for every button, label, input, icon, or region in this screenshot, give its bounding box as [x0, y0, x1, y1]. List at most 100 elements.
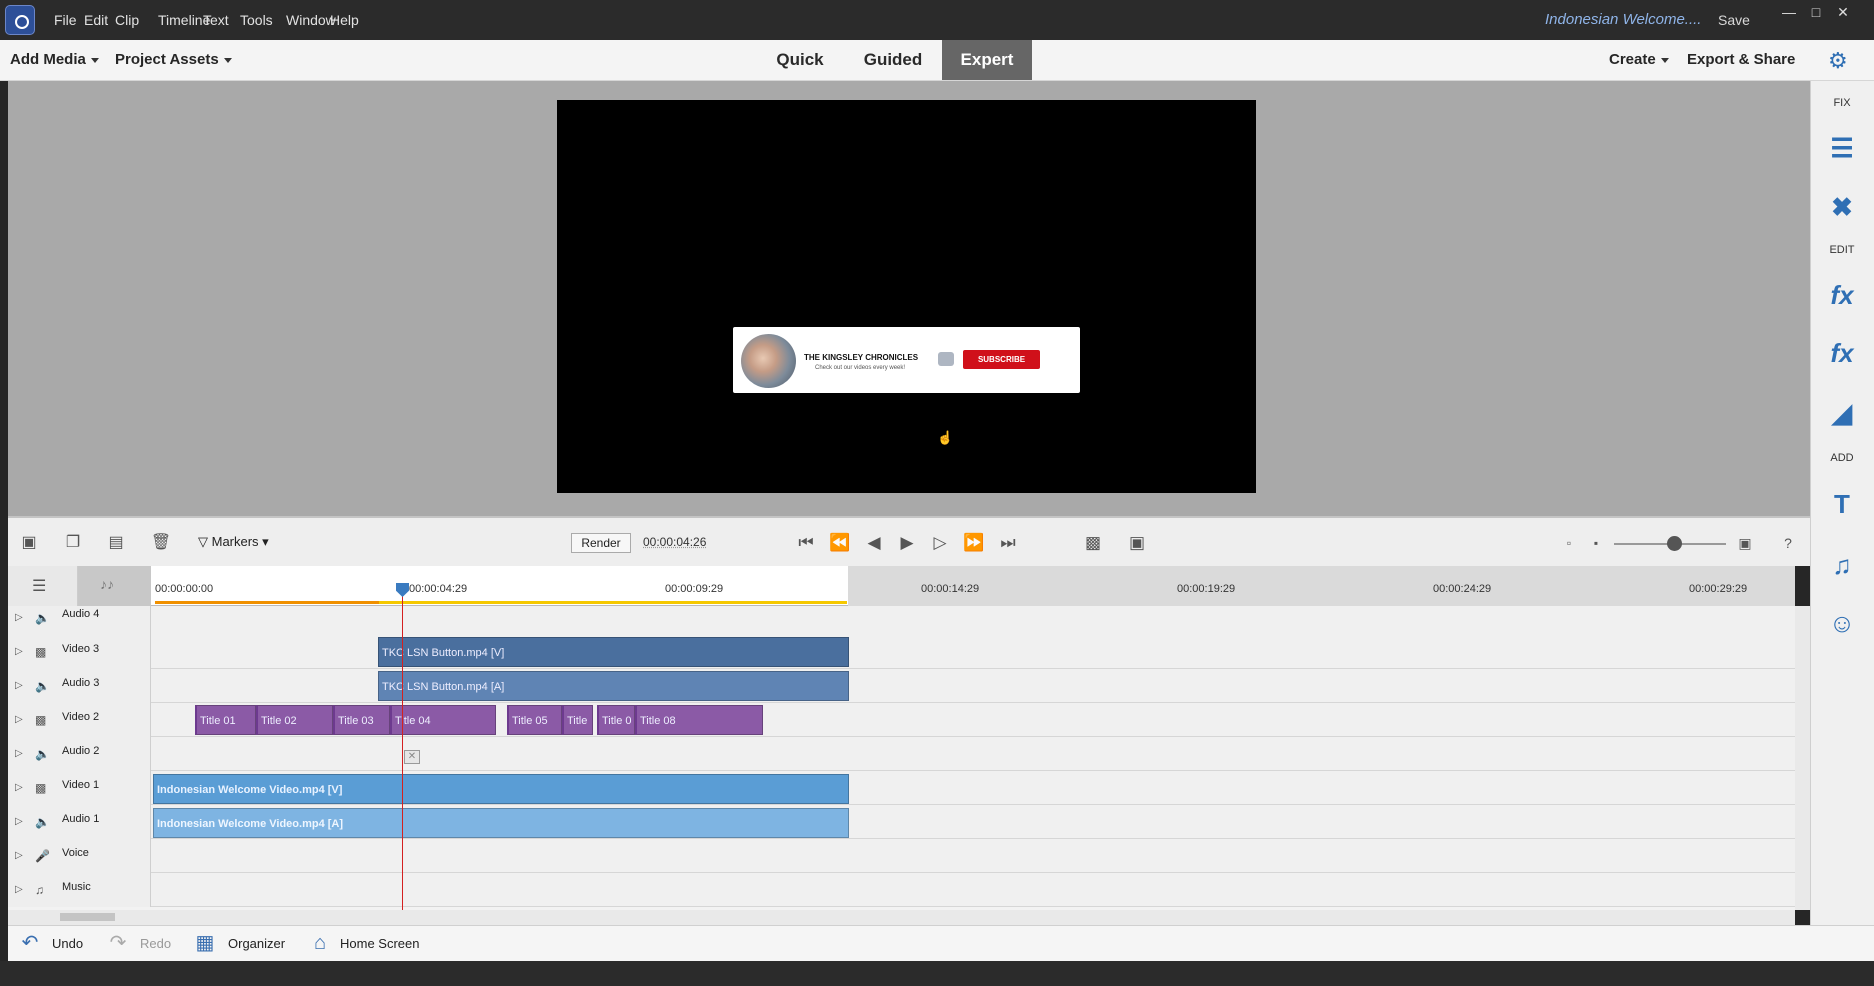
ruler-tick-label: 00:00:14:29	[921, 583, 980, 595]
expand-triangle-icon[interactable]: ▷	[15, 612, 23, 623]
bottom-bar	[8, 925, 1874, 961]
audio-placeholder-icon[interactable]: ✕	[404, 750, 420, 764]
expand-triangle-icon[interactable]: ▷	[15, 884, 23, 895]
zoom-slider-thumb[interactable]	[1667, 536, 1682, 551]
menu-window[interactable]: Window	[286, 12, 336, 28]
maximize-icon[interactable]: □	[1805, 4, 1827, 20]
vertical-scrollbar[interactable]	[1795, 606, 1810, 910]
expand-triangle-icon[interactable]: ▷	[15, 646, 23, 657]
copy-icon[interactable]: ❐	[62, 532, 84, 552]
play-icon[interactable]: ▶	[895, 531, 919, 555]
speaker-icon[interactable]: 🔈	[35, 747, 50, 761]
menu-text[interactable]: Text	[203, 12, 229, 28]
expand-triangle-icon[interactable]: ▷	[15, 850, 23, 861]
undo-icon[interactable]: ↶	[18, 931, 42, 955]
undo-button[interactable]: Undo	[52, 936, 83, 951]
render-button[interactable]: Render	[571, 533, 631, 553]
clip-title[interactable]: Title 03	[333, 705, 390, 735]
expand-triangle-icon[interactable]: ▷	[15, 748, 23, 759]
close-icon[interactable]: ✕	[1832, 4, 1854, 20]
project-assets-button[interactable]: Project Assets	[115, 51, 232, 68]
clip-title[interactable]: Title 05	[507, 705, 562, 735]
expand-triangle-icon[interactable]: ▷	[15, 680, 23, 691]
horizontal-scroll-thumb[interactable]	[60, 913, 115, 921]
applied-effects-icon[interactable]: fx	[1825, 278, 1859, 312]
home-icon[interactable]: ⌂	[308, 931, 332, 955]
clip-title[interactable]: Title 04	[390, 705, 496, 735]
edit-section-label: EDIT	[1829, 244, 1855, 256]
home-screen-button[interactable]: Home Screen	[340, 936, 419, 951]
film-strip-icon[interactable]: ▩	[35, 645, 46, 659]
create-button[interactable]: Create	[1609, 51, 1669, 68]
settings-gear-icon[interactable]: ⚙	[1828, 48, 1848, 74]
transitions-icon[interactable]: ◢	[1825, 396, 1859, 430]
clip-title[interactable]: Title	[562, 705, 593, 735]
help-icon[interactable]: ?	[1776, 531, 1800, 555]
step-forward-icon[interactable]: ▷	[928, 531, 952, 555]
current-timecode[interactable]: 00:00:04:26	[643, 535, 706, 549]
titles-text-icon[interactable]: T	[1825, 487, 1859, 521]
redo-button[interactable]: Redo	[140, 936, 171, 951]
go-to-end-icon[interactable]: ⏭	[996, 531, 1020, 555]
menu-edit[interactable]: Edit	[84, 12, 108, 28]
clip-welcome-audio[interactable]: Indonesian Welcome Video.mp4 [A]	[153, 808, 849, 838]
clip-title[interactable]: Title 08	[635, 705, 763, 735]
clip-title[interactable]: Title 02	[256, 705, 333, 735]
export-share-button[interactable]: Export & Share	[1687, 51, 1795, 68]
graphics-smiley-icon[interactable]: ☺	[1825, 606, 1859, 640]
menu-clip[interactable]: Clip	[115, 12, 139, 28]
organizer-icon[interactable]: ▦	[193, 931, 217, 955]
camera-icon[interactable]: ▣	[18, 532, 40, 552]
mode-quick-tab[interactable]: Quick	[764, 40, 836, 80]
smart-trim-icon[interactable]: ▤	[105, 532, 127, 552]
zoom-out-icon[interactable]: ▫	[1557, 531, 1581, 555]
rewind-icon[interactable]: ⏪	[828, 531, 852, 555]
fast-forward-icon[interactable]: ⏩	[962, 531, 986, 555]
film-strip-icon[interactable]: ▩	[35, 781, 46, 795]
microphone-icon[interactable]: 🎤	[35, 849, 50, 863]
adjustments-sliders-icon[interactable]: ☰	[1825, 131, 1859, 165]
clip-tkc-button-audio[interactable]: TKC LSN Button.mp4 [A]	[378, 671, 849, 701]
effects-icon[interactable]: fx	[1825, 336, 1859, 370]
monitor-settings-icon[interactable]: ▩	[1081, 531, 1105, 555]
video-preview[interactable]	[557, 100, 1256, 493]
speaker-icon[interactable]: 🔈	[35, 815, 50, 829]
film-strip-icon[interactable]: ▩	[35, 713, 46, 727]
go-to-start-icon[interactable]: ⏮	[794, 531, 818, 555]
delete-trash-icon[interactable]: 🗑	[150, 532, 172, 552]
expand-triangle-icon[interactable]: ▷	[15, 714, 23, 725]
clip-title[interactable]: Title 01	[195, 705, 256, 735]
track-label: Music	[62, 881, 91, 893]
time-ruler-empty[interactable]	[848, 566, 1795, 606]
clip-welcome-video[interactable]: Indonesian Welcome Video.mp4 [V]	[153, 774, 849, 804]
save-button[interactable]: Save	[1718, 12, 1750, 28]
add-media-button[interactable]: Add Media	[10, 51, 99, 68]
tools-icon[interactable]: ✖	[1825, 190, 1859, 224]
menu-tools[interactable]: Tools	[240, 12, 273, 28]
menu-file[interactable]: File	[54, 12, 77, 28]
redo-icon[interactable]: ↷	[106, 931, 130, 955]
zoom-small-icon[interactable]: ▪	[1584, 531, 1608, 555]
add-media-label: Add Media	[10, 51, 86, 68]
clip-tkc-button-video[interactable]: TKC LSN Button.mp4 [V]	[378, 637, 849, 667]
zoom-in-icon[interactable]: ▣	[1733, 531, 1757, 555]
mode-guided-tab[interactable]: Guided	[857, 40, 929, 80]
playhead-line[interactable]	[402, 586, 403, 910]
horizontal-scrollbar[interactable]	[8, 910, 1795, 925]
track-settings-icon[interactable]: ☰	[8, 566, 78, 606]
speaker-icon[interactable]: 🔈	[35, 679, 50, 693]
markers-dropdown[interactable]: ▽ Markers ▾	[198, 534, 269, 550]
menu-help[interactable]: Help	[330, 12, 359, 28]
audio-waveform-icon[interactable]: ♪♪	[78, 566, 151, 606]
speaker-icon[interactable]: 🔈	[35, 611, 50, 625]
minimize-icon[interactable]: —	[1778, 4, 1800, 20]
expand-triangle-icon[interactable]: ▷	[15, 782, 23, 793]
music-icon[interactable]: ♫	[1825, 548, 1859, 582]
expand-triangle-icon[interactable]: ▷	[15, 816, 23, 827]
mode-expert-tab[interactable]: Expert	[942, 40, 1032, 80]
clip-title[interactable]: Title 0	[597, 705, 635, 735]
music-note-icon[interactable]: ♫	[35, 883, 44, 897]
step-back-icon[interactable]: ◀	[862, 531, 886, 555]
organizer-button[interactable]: Organizer	[228, 936, 285, 951]
fullscreen-icon[interactable]: ▣	[1125, 531, 1149, 555]
